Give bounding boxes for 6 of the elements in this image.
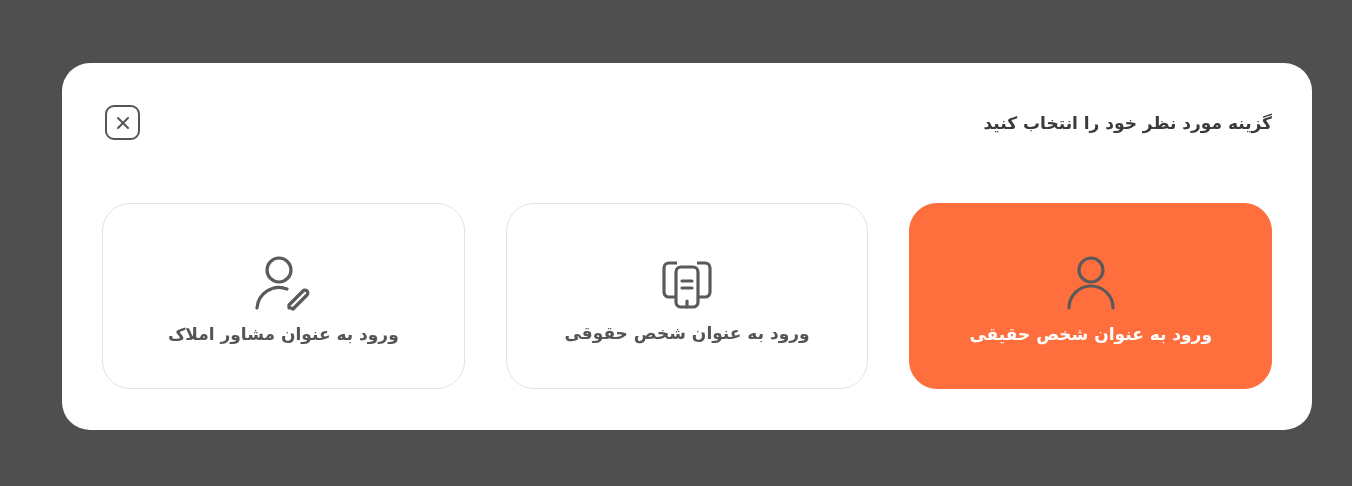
close-icon <box>115 115 130 130</box>
close-button[interactable] <box>105 105 140 140</box>
login-option-card[interactable]: ورود به عنوان مشاور املاک <box>102 203 465 389</box>
dialog-title: گزینه مورد نظر خود را انتخاب کنید <box>983 112 1272 133</box>
login-option-card[interactable]: ورود به عنوان شخص حقوقی <box>505 203 869 389</box>
person-icon <box>1064 254 1117 312</box>
